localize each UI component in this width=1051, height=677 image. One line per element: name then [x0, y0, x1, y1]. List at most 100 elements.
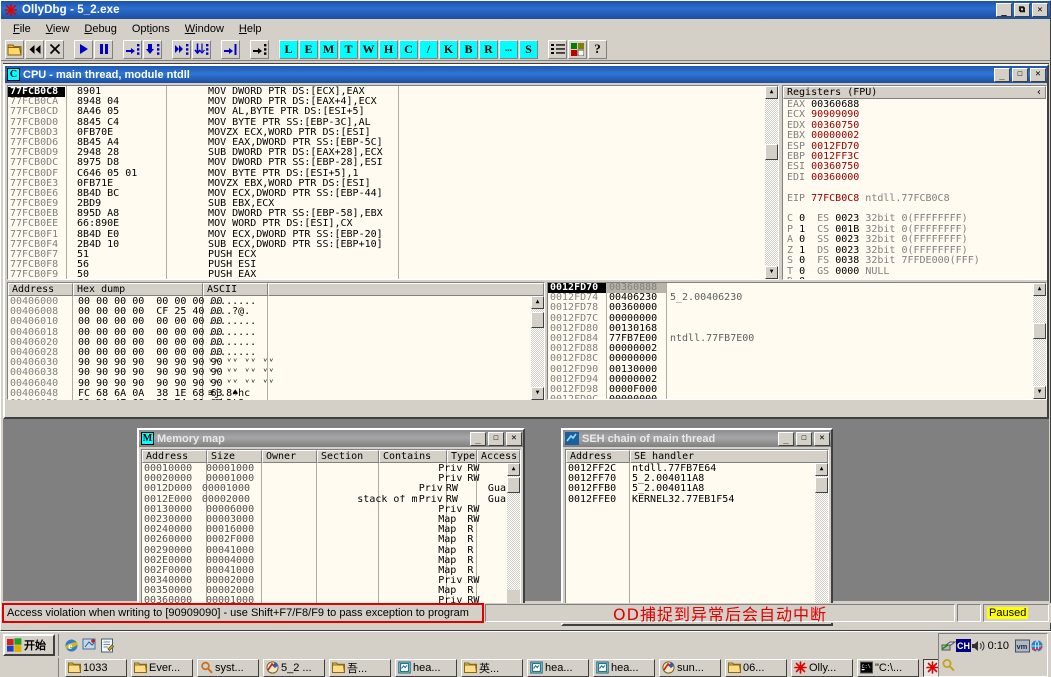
cpu-window-title-bar[interactable]: C CPU - main thread, module ntdll _ ☐ ✕ — [5, 66, 1047, 83]
seh-chain-title-bar[interactable]: SEH chain of main thread _ ☐ ✕ — [563, 430, 831, 447]
toolbar-btn-T[interactable]: T — [339, 39, 358, 59]
toolbar-btn-R[interactable]: R — [479, 39, 498, 59]
taskbar-button[interactable]: 5_2 ... — [263, 658, 325, 677]
dump-row[interactable]: 00406050 89 D1 4F 68 32 74 91 0C ⊥Oh2t? — [8, 398, 530, 400]
dump-scrollbar[interactable]: ▲ ▼ — [531, 296, 544, 400]
disasm-row[interactable]: 77FCB0D3 0FB70E MOVZX ECX,WORD PTR DS:[E… — [8, 127, 764, 138]
options-list-icon[interactable] — [548, 39, 567, 59]
memmap-row[interactable]: 00350000 00002000 Map R — [142, 586, 506, 596]
memmap-scroll-thumb[interactable] — [507, 477, 520, 493]
notepad-icon[interactable] — [100, 638, 115, 653]
toolbar-btn-E[interactable]: E — [299, 39, 318, 59]
appearance-icon[interactable] — [568, 39, 587, 59]
memmap-row[interactable]: 00340000 00002000 Priv RW — [142, 576, 506, 586]
disasm-row[interactable]: 77FCB0D6 8B45 A4 MOV EAX,DWORD PTR SS:[E… — [8, 137, 764, 148]
help-icon[interactable]: ? — [588, 39, 607, 59]
dump-scroll-down-button[interactable]: ▼ — [531, 387, 544, 400]
close-program-icon[interactable] — [45, 39, 64, 59]
menu-item-file[interactable]: File — [6, 21, 39, 37]
memory-map-title-bar[interactable]: M Memory map _ ☐ ✕ — [139, 430, 523, 447]
memmap-row[interactable]: 0012E000 00002000 stack of maPrivRW Gua — [142, 494, 506, 505]
disassembly-pane[interactable]: 77FCB0C8 8901 MOV DWORD PTR DS:[ECX],EAX… — [7, 85, 779, 280]
disasm-row[interactable]: 77FCB0F9 50 PUSH EAX — [8, 270, 764, 279]
dump-header-address[interactable]: Address — [8, 283, 73, 296]
internet-explorer-icon[interactable]: e — [64, 638, 79, 653]
trace-over-icon[interactable] — [192, 39, 211, 59]
disasm-scroll-up-button[interactable]: ▲ — [765, 86, 778, 99]
memmap-header-size[interactable]: Size — [207, 450, 262, 463]
disasm-row[interactable]: 77FCB0EE 66:890E MOV WORD PTR DS:[ESI],C… — [8, 219, 764, 229]
start-button[interactable]: 开始 — [3, 634, 55, 656]
main-title-bar[interactable]: OllyDbg - 5_2.exe _ ⧉ ✕ — [1, 1, 1050, 19]
volume-icon[interactable] — [971, 638, 986, 653]
disasm-scroll-down-button[interactable]: ▼ — [765, 266, 778, 279]
toolbar-btn-H[interactable]: H — [379, 39, 398, 59]
memmap-row[interactable]: 00260000 0002F000 Map R — [142, 535, 506, 545]
register-eip[interactable]: EIP 77FCB0C8 ntdll.77FCB0C8 — [787, 193, 1046, 204]
taskbar-button[interactable]: Olly... — [791, 658, 853, 677]
disasm-row[interactable]: 77FCB0D9 2948 28 SUB DWORD PTR DS:[EAX+2… — [8, 147, 764, 158]
stack-pane[interactable]: 0012FD70 00360888 0012FD74 00406230 5_2.0040… — [547, 282, 1047, 400]
execute-till-return-icon[interactable] — [221, 39, 240, 59]
seh-scroll-thumb[interactable] — [815, 477, 828, 493]
restart-icon[interactable] — [25, 39, 44, 59]
memmap-header-owner[interactable]: Owner — [262, 450, 317, 463]
taskbar-button[interactable]: hea... — [395, 658, 457, 677]
memmap-row[interactable]: 00240000 00016000 Map R — [142, 525, 506, 535]
seh-header-handler[interactable]: SE handler — [630, 450, 828, 463]
taskbar-button[interactable]: hea... — [527, 658, 589, 677]
taskbar-button[interactable]: Ever... — [131, 658, 193, 677]
memmap-header-section[interactable]: Section — [317, 450, 379, 463]
menu-item-help[interactable]: Help — [232, 21, 270, 37]
toolbar-btn-C[interactable]: C — [399, 39, 418, 59]
menu-item-view[interactable]: View — [39, 21, 78, 37]
memmap-header-contains[interactable]: Contains — [379, 450, 447, 463]
stack-scroll-down-button[interactable]: ▼ — [1033, 386, 1046, 399]
memmap-header-address[interactable]: Address — [142, 450, 207, 463]
cpu-maximize-button[interactable]: ☐ — [1012, 67, 1028, 82]
disasm-row[interactable]: 77FCB0CA 8948 04 MOV DWORD PTR DS:[EAX+4… — [8, 96, 764, 107]
seh-minimize-button[interactable]: _ — [778, 431, 794, 446]
disasm-row[interactable]: 77FCB0CD 8A46 05 MOV AL,BYTE PTR DS:[ESI… — [8, 107, 764, 117]
minimize-button[interactable]: _ — [996, 3, 1012, 17]
seh-row[interactable]: 0012FFE0 KERNEL32.77EB1F54 — [566, 494, 814, 505]
dump-header-ascii[interactable]: ASCII — [203, 283, 268, 296]
memmap-scrollbar[interactable]: ▲ — [507, 463, 520, 603]
memmap-row[interactable]: 00290000 00041000 Map R — [142, 546, 506, 556]
stack-scroll-up-button[interactable]: ▲ — [1033, 283, 1046, 296]
disasm-row[interactable]: 77FCB0F7 51 PUSH ECX — [8, 249, 764, 260]
registers-pane[interactable]: Registers (FPU) ‹ EAX 00360688 ECX 909090… — [782, 85, 1047, 280]
disasm-row[interactable]: 77FCB0F8 56 PUSH ESI — [8, 259, 764, 270]
taskbar-button[interactable]: 1033 — [65, 658, 127, 677]
cpu-close-button[interactable]: ✕ — [1030, 67, 1046, 82]
memmap-row[interactable]: 002E0000 00004000 Map R — [142, 556, 506, 566]
registers-collapse-icon[interactable]: ‹ — [1036, 87, 1042, 98]
memmap-minimize-button[interactable]: _ — [470, 431, 486, 446]
close-button[interactable]: ✕ — [1032, 3, 1048, 17]
toolbar-btn-B[interactable]: B — [459, 39, 478, 59]
show-desktop-icon[interactable] — [82, 638, 97, 653]
disasm-scroll-thumb[interactable] — [765, 144, 778, 160]
flag-t[interactable]: T 0 GS 0000 NULL — [787, 266, 1046, 277]
disasm-row[interactable]: 77FCB0E6 8B4D BC MOV ECX,DWORD PTR SS:[E… — [8, 188, 764, 199]
seh-header-address[interactable]: Address — [566, 450, 630, 463]
menu-item-window[interactable]: Window — [178, 21, 232, 37]
dump-scroll-up-button[interactable]: ▲ — [531, 296, 544, 309]
seh-scroll-up-button[interactable]: ▲ — [815, 463, 828, 476]
taskbar-button[interactable]: hea... — [593, 658, 655, 677]
disasm-row[interactable]: 77FCB0E3 0FB71E MOVZX EBX,WORD PTR DS:[E… — [8, 178, 764, 189]
flag-d[interactable]: D 0 — [787, 276, 1046, 279]
animate-icon[interactable] — [250, 39, 269, 59]
ime-ch-icon[interactable]: CH — [956, 639, 971, 652]
disasm-row[interactable]: 77FCB0EB 895D A8 MOV DWORD PTR SS:[EBP-5… — [8, 209, 764, 219]
toolbar-btn-slash[interactable]: / — [419, 39, 438, 59]
disasm-row[interactable]: 77FCB0D0 8845 C4 MOV BYTE PTR SS:[EBP-3C… — [8, 117, 764, 128]
disasm-scrollbar[interactable]: ▲ ▼ — [765, 86, 778, 279]
toolbar-btn-L[interactable]: L — [279, 39, 298, 59]
disasm-row[interactable]: 77FCB0E9 2BD9 SUB EBX,ECX — [8, 198, 764, 209]
dump-pane[interactable]: Address Hex dump ASCII 00406000 00 00 00… — [7, 282, 545, 400]
memmap-close-button[interactable]: ✕ — [506, 431, 522, 446]
stack-row[interactable]: 0012FD9C00000000 — [548, 394, 1032, 399]
toolbar-btn-W[interactable]: W — [359, 39, 378, 59]
menu-item-debug[interactable]: Debug — [77, 21, 124, 37]
